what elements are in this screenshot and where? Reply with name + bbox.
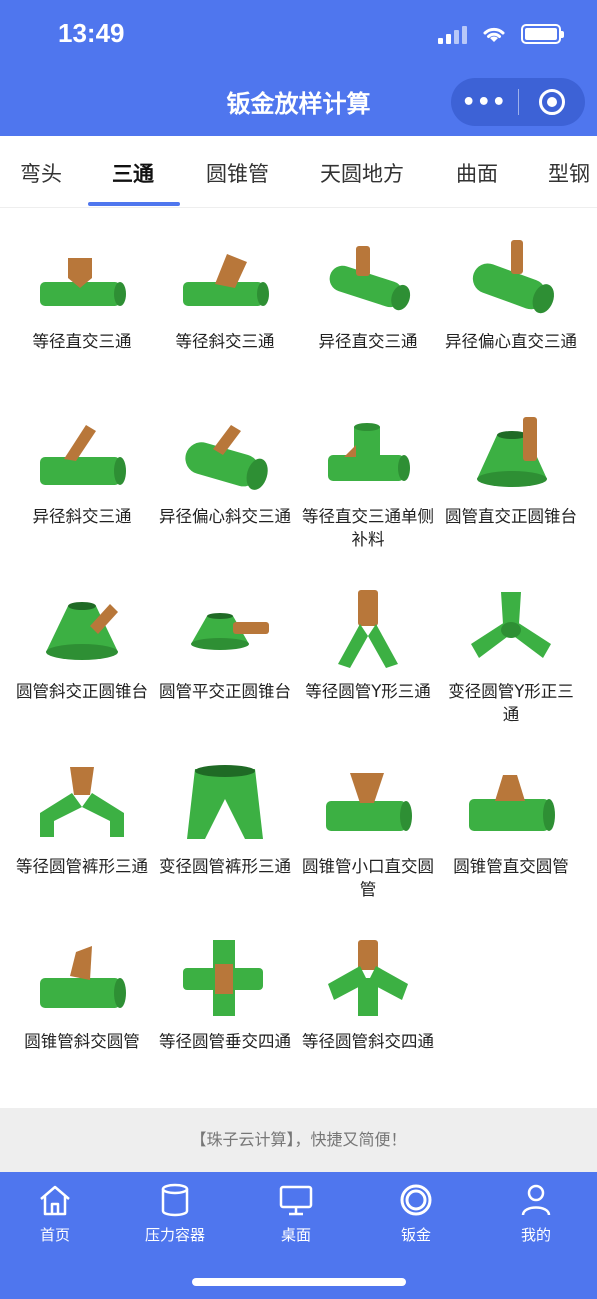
tab-surface[interactable]: 曲面	[456, 158, 498, 188]
item-label: 等径圆管斜交四通	[302, 1032, 434, 1051]
footer-slogan: 【珠子云计算】，快捷又简便！	[0, 1108, 597, 1172]
mini-program-capsule: •••	[451, 78, 585, 126]
nav-label: 桌面	[280, 1226, 311, 1244]
nav-me[interactable]: 我的	[476, 1180, 596, 1245]
item-label: 变径圆管裤形三通	[159, 857, 291, 876]
item-label: 等径圆管垂交四通	[159, 1032, 291, 1051]
status-time: 13:49	[58, 18, 125, 48]
grid-item-pipe-parallel-cone-frustum[interactable]: 圆管平交正圆锥台	[153, 570, 297, 742]
grid-item-equal-oblique-tee[interactable]: 等径斜交三通	[153, 220, 297, 392]
pipe-oblique-cone-frustum-icon	[46, 602, 118, 660]
item-label: 等径直交三通	[32, 332, 132, 351]
nav-desktop[interactable]: 桌面	[236, 1180, 356, 1245]
equal-pants-tee-icon	[40, 767, 124, 837]
tab-section-steel[interactable]: 型钢	[548, 158, 590, 188]
equal-y-tee-icon	[338, 590, 398, 668]
reducing-y-tee-icon	[471, 592, 551, 658]
grid-item-equal-pants-tee[interactable]: 等径圆管裤形三通	[10, 745, 154, 917]
ring-icon	[400, 1184, 432, 1216]
category-tabs: 弯头 三通 圆锥管 天圆地方 曲面 型钢	[0, 136, 597, 208]
nav-label: 我的	[520, 1226, 551, 1244]
cone-pipe-icon	[469, 775, 555, 831]
grid-item-reducing-pants-tee[interactable]: 变径圆管裤形三通	[153, 745, 297, 917]
battery-icon	[521, 24, 564, 44]
pipe-cone-frustum-icon	[477, 417, 547, 487]
item-label: 圆锥管小口直交圆管	[302, 857, 434, 899]
equal-tee-single-patch-icon	[328, 423, 410, 481]
grid-item-cone-pipe[interactable]: 圆锥管直交圆管	[439, 745, 583, 917]
nav-home[interactable]: 首页	[0, 1180, 115, 1245]
grid-item-pipe-oblique-cone-frustum[interactable]: 圆管斜交正圆锥台	[10, 570, 154, 742]
target-icon[interactable]	[519, 89, 586, 115]
item-label: 等径斜交三通	[175, 332, 275, 351]
cone-small-end-pipe-icon	[326, 773, 412, 831]
item-label: 异径斜交三通	[32, 507, 132, 526]
grid-item-pipe-cone-frustum[interactable]: 圆管直交正圆锥台	[439, 395, 583, 567]
signal-icon	[438, 24, 467, 44]
grid-item-equal-y-tee[interactable]: 等径圆管Y形三通	[296, 570, 440, 742]
reducing-oblique-tee-icon	[40, 425, 126, 485]
nav-label: 钣金	[400, 1226, 431, 1244]
tab-square-to-round[interactable]: 天圆地方	[320, 158, 404, 188]
grid-item-cone-oblique-pipe[interactable]: 圆锥管斜交圆管	[10, 920, 154, 1092]
item-label: 异径偏心直交三通	[445, 332, 577, 351]
user-icon	[521, 1184, 551, 1216]
reducing-pants-tee-icon	[187, 765, 263, 839]
item-label: 等径直交三通单侧补料	[302, 507, 434, 549]
equal-oblique-cross-icon	[328, 940, 408, 1016]
grid-item-reducing-eccentric-tee[interactable]: 异径偏心直交三通	[439, 220, 583, 392]
grid-item-equal-oblique-cross[interactable]: 等径圆管斜交四通	[296, 920, 440, 1092]
home-icon	[40, 1185, 70, 1216]
app-header: 13:49 钣金放样计算 •••	[0, 0, 597, 136]
item-label: 等径圆管裤形三通	[16, 857, 148, 876]
reducing-eccentric-tee-icon	[472, 240, 554, 314]
nav-sheet-metal[interactable]: 钣金	[356, 1180, 476, 1245]
grid-item-cone-small-end-pipe[interactable]: 圆锥管小口直交圆管	[296, 745, 440, 917]
tab-cone[interactable]: 圆锥管	[206, 158, 269, 188]
grid-item-reducing-eccentric-oblique-tee[interactable]: 异径偏心斜交三通	[153, 395, 297, 567]
nav-label: 压力容器	[144, 1226, 205, 1244]
item-grid: 等径直交三通 等径斜交三通 异径直交三通 异径偏心直交三通 异径斜交三通 异径偏…	[10, 220, 587, 1100]
grid-item-reducing-oblique-tee[interactable]: 异径斜交三通	[10, 395, 154, 567]
item-label: 变径圆管Y形正三通	[448, 682, 574, 724]
wifi-icon	[483, 27, 505, 42]
grid-item-reducing-y-tee[interactable]: 变径圆管Y形正三通	[439, 570, 583, 742]
item-label: 圆管平交正圆锥台	[159, 682, 291, 701]
reducing-eccentric-oblique-tee-icon	[185, 425, 268, 490]
monitor-icon	[279, 1185, 313, 1216]
item-label: 圆管斜交正圆锥台	[16, 682, 148, 701]
item-label: 异径直交三通	[318, 332, 418, 351]
grid-item-reducing-tee[interactable]: 异径直交三通	[296, 220, 440, 392]
pipe-parallel-cone-frustum-icon	[191, 613, 269, 650]
grid-item-equal-tee-single-patch[interactable]: 等径直交三通单侧补料	[296, 395, 440, 567]
item-label: 异径偏心斜交三通	[159, 507, 291, 526]
grid-item-equal-cross[interactable]: 等径圆管垂交四通	[153, 920, 297, 1092]
status-icons	[438, 24, 564, 44]
more-dots-icon[interactable]: •••	[451, 90, 518, 115]
nav-pressure-vessel[interactable]: 压力容器	[115, 1180, 235, 1245]
item-label: 等径圆管Y形三通	[305, 682, 431, 701]
cylinder-icon	[161, 1183, 189, 1217]
home-indicator	[192, 1278, 406, 1286]
equal-cross-icon	[183, 940, 263, 1016]
item-label: 圆管直交正圆锥台	[445, 507, 577, 526]
reducing-tee-icon	[329, 246, 411, 311]
item-label: 圆锥管斜交圆管	[24, 1032, 140, 1051]
cone-oblique-pipe-icon	[40, 946, 126, 1008]
equal-oblique-tee-icon	[183, 254, 269, 306]
nav-label: 首页	[39, 1226, 70, 1244]
active-tab-indicator	[88, 202, 180, 206]
item-label: 圆锥管直交圆管	[453, 857, 569, 876]
tab-tee[interactable]: 三通	[112, 158, 154, 188]
tab-elbow[interactable]: 弯头	[20, 158, 62, 188]
equal-tee-icon	[40, 258, 126, 306]
grid-item-equal-tee[interactable]: 等径直交三通	[10, 220, 154, 392]
